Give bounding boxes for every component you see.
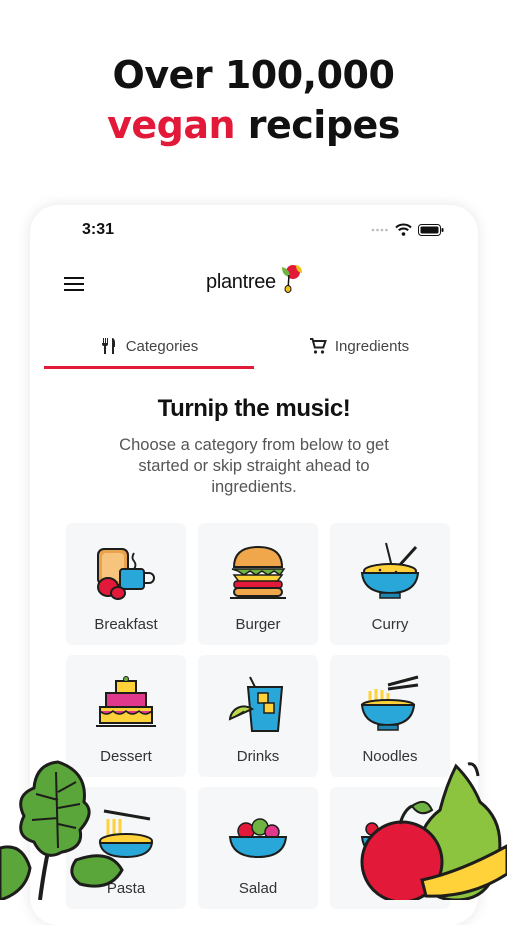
headline-accent: vegan: [107, 103, 236, 147]
category-label: Drinks: [236, 748, 280, 765]
signal-icon: [371, 228, 388, 231]
noodles-icon: [360, 675, 419, 731]
cart-icon: [309, 338, 327, 354]
wifi-icon: [395, 223, 412, 236]
category-tile-drinks[interactable]: Drinks: [198, 655, 318, 777]
category-tile-curry[interactable]: Curry: [330, 523, 450, 645]
tab-categories[interactable]: Categories: [44, 323, 254, 369]
logo-leaf-icon: [281, 265, 302, 293]
fruit-illustration: [360, 762, 507, 900]
drink-icon: [228, 676, 284, 732]
salad-icon: [228, 818, 288, 859]
headline-line-2: vegan recipes: [0, 100, 507, 150]
category-label: Burger: [235, 616, 281, 633]
breakfast-icon: [97, 548, 155, 600]
menu-icon[interactable]: [64, 277, 84, 293]
tab-bar: Categories Ingredients: [44, 323, 464, 369]
tab-categories-label: Categories: [125, 337, 199, 355]
headline-rest: recipes: [235, 103, 401, 147]
headline-line-1: Over 100,000: [112, 53, 395, 97]
app-header: plantree: [30, 265, 478, 305]
category-tile-burger[interactable]: Burger: [198, 523, 318, 645]
status-icons: [371, 223, 444, 236]
app-logo: plantree: [206, 265, 304, 295]
leafy-greens-illustration: [0, 760, 124, 900]
promo-headline: Over 100,000 vegan recipes: [0, 50, 507, 150]
category-tile-noodles[interactable]: Noodles: [330, 655, 450, 777]
category-tile-breakfast[interactable]: Breakfast: [66, 523, 186, 645]
logo-text: plantree: [206, 270, 276, 293]
curry-icon: [360, 542, 420, 599]
fork-knife-icon: [101, 338, 115, 354]
active-tab-indicator: [44, 366, 254, 369]
tab-ingredients[interactable]: Ingredients: [254, 323, 464, 369]
category-label: Breakfast: [94, 616, 158, 633]
category-tile-salad[interactable]: Salad: [198, 787, 318, 909]
battery-icon: [418, 223, 444, 236]
cake-icon: [96, 676, 156, 727]
tab-ingredients-label: Ingredients: [334, 337, 410, 355]
status-time: 3:31: [82, 221, 115, 238]
page-subtitle: Choose a category from below to get star…: [119, 436, 389, 496]
category-label: Curry: [371, 616, 409, 633]
burger-icon: [230, 545, 286, 599]
page-title: Turnip the music!: [157, 395, 351, 422]
status-bar: 3:31: [30, 217, 478, 243]
category-label: Salad: [238, 880, 278, 897]
